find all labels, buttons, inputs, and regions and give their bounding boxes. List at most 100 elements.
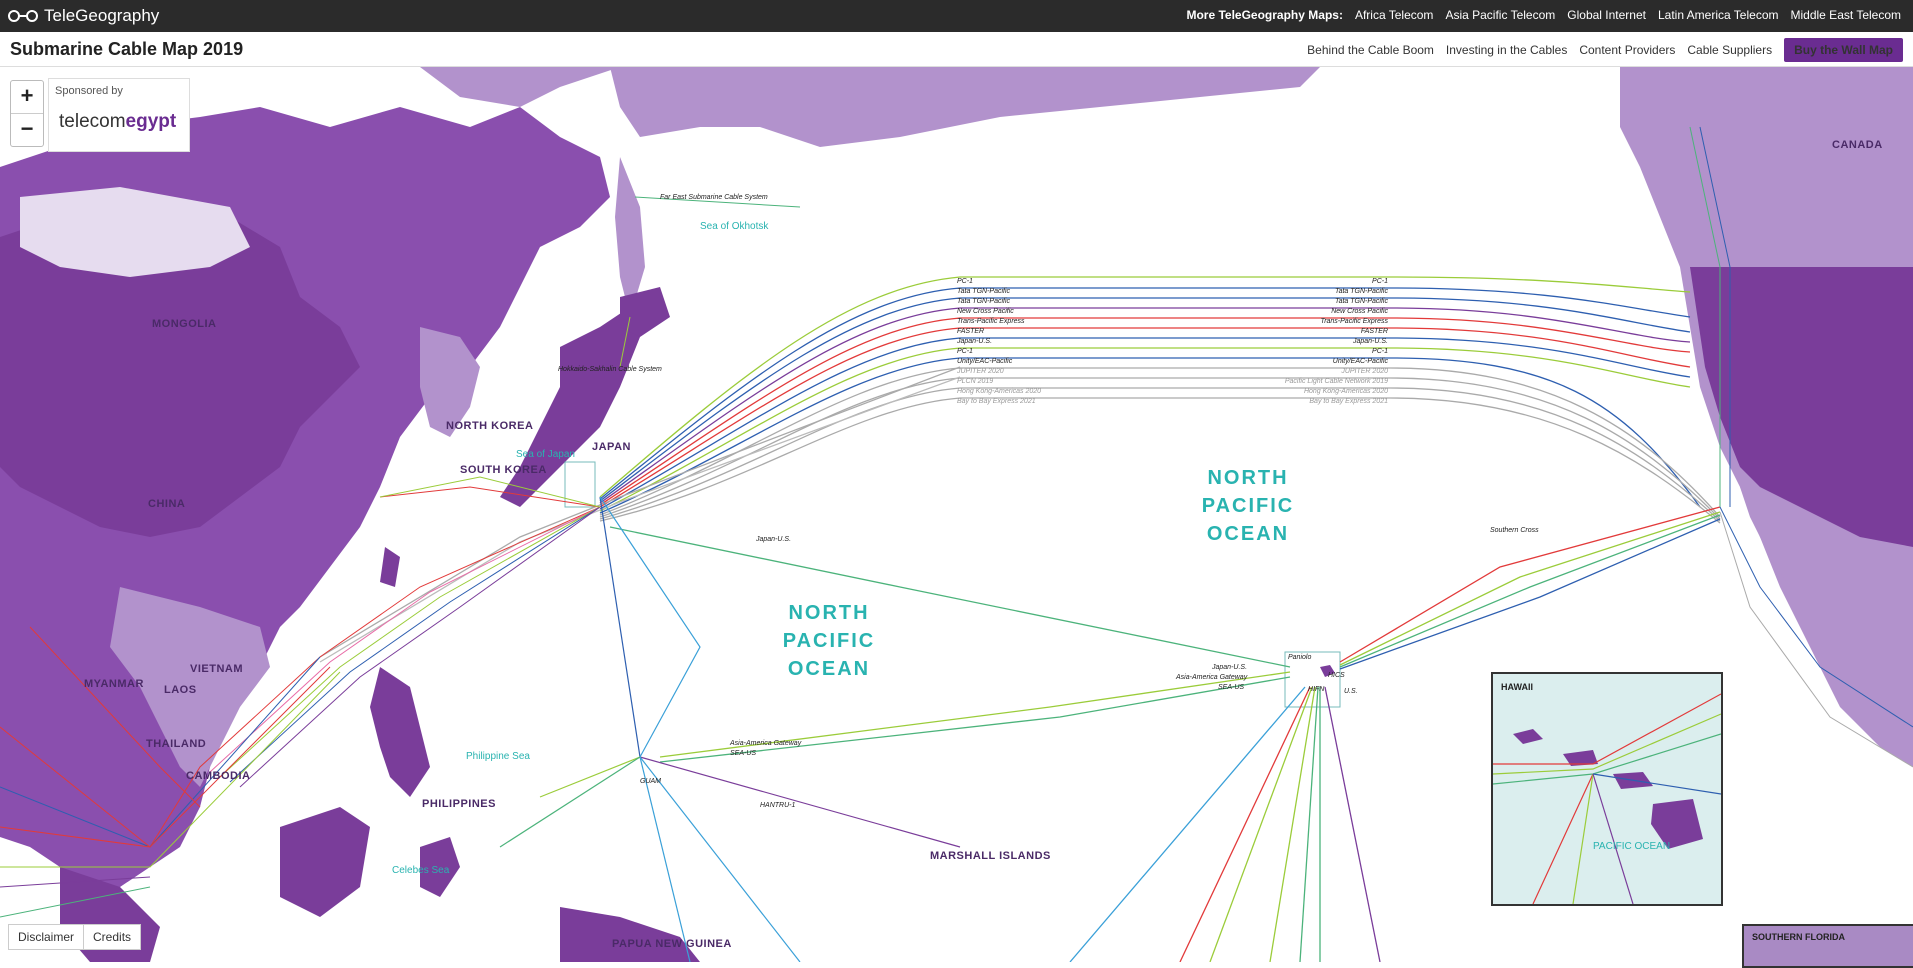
label-hantru: HANTRU-1 — [760, 802, 795, 809]
cable-label-left-2: Tata TGN-Pacific — [957, 298, 1011, 305]
link-latin-america-telecom[interactable]: Latin America Telecom — [1658, 8, 1779, 22]
ocean-label-east-line2: PACIFIC — [1202, 495, 1295, 517]
link-global-internet[interactable]: Global Internet — [1567, 8, 1646, 22]
brand[interactable]: TeleGeography — [8, 5, 159, 27]
ocean-label-west-line3: OCEAN — [788, 658, 870, 680]
land-russia-east — [610, 67, 1320, 147]
ocean-label-east-line3: OCEAN — [1207, 523, 1289, 545]
label-cambodia: CAMBODIA — [186, 770, 251, 782]
header-nav: Behind the Cable Boom Investing in the C… — [1307, 38, 1903, 62]
cable-label-left-6: Japan-U.S. — [956, 338, 992, 345]
sponsor-name-suffix: egypt — [125, 111, 177, 132]
label-philippines: PHILIPPINES — [422, 798, 496, 810]
cable-label-left-9: JUPITER 2020 — [956, 368, 1004, 375]
label-mongolia: MONGOLIA — [152, 318, 217, 330]
more-maps-links: More TeleGeography Maps: Africa Telecom … — [1186, 8, 1901, 22]
sponsor-box[interactable]: Sponsored by telecomegypt — [48, 78, 190, 152]
telegeography-logo-icon — [8, 10, 38, 22]
label-sea-us-guam: SEA-US — [730, 750, 756, 757]
nav-content-providers[interactable]: Content Providers — [1579, 43, 1675, 57]
label-celebes-sea: Celebes Sea — [392, 865, 450, 876]
ocean-label-west-line1: NORTH — [788, 602, 869, 624]
cable-label-right-12: Bay to Bay Express 2021 — [1309, 398, 1388, 405]
cable-labels-left: PC-1 Tata TGN-Pacific Tata TGN-Pacific N… — [956, 278, 1041, 405]
sponsor-label: Sponsored by — [55, 85, 123, 97]
guam-cables — [499, 496, 961, 962]
hawaii-inset-ocean-label: PACIFIC OCEAN — [1593, 841, 1670, 852]
ocean-label-east-line1: NORTH — [1207, 467, 1288, 489]
page-title: Submarine Cable Map 2019 — [10, 39, 244, 59]
cable-label-left-4: Trans-Pacific Express — [957, 318, 1025, 325]
cable-label-left-12: Bay to Bay Express 2021 — [957, 398, 1036, 405]
more-maps-label: More TeleGeography Maps: — [1186, 8, 1343, 22]
cable-label-left-8: Unity/EAC-Pacific — [957, 358, 1013, 365]
credits-button[interactable]: Credits — [84, 924, 142, 950]
label-asia-america-hawaii: Asia-America Gateway — [1175, 674, 1248, 681]
top-bar: TeleGeography More TeleGeography Maps: A… — [0, 0, 1913, 32]
label-papua: PAPUA NEW GUINEA — [612, 938, 732, 950]
nav-cable-suppliers[interactable]: Cable Suppliers — [1687, 43, 1772, 57]
cable-label-right-5: FASTER — [1361, 328, 1388, 335]
label-paniolo: Paniolo — [1288, 654, 1311, 661]
link-asia-pacific-telecom[interactable]: Asia Pacific Telecom — [1445, 8, 1555, 22]
label-marshall: MARSHALL ISLANDS — [930, 850, 1051, 862]
link-africa-telecom[interactable]: Africa Telecom — [1355, 8, 1433, 22]
cable-label-left-1: Tata TGN-Pacific — [957, 288, 1011, 295]
zoom-in-button[interactable]: + — [11, 81, 43, 113]
cable-label-left-0: PC-1 — [957, 278, 973, 285]
ocean-label-west-line2: PACIFIC — [783, 630, 876, 652]
label-japan-us-hawaii: Japan-U.S. — [1211, 664, 1247, 671]
label-guam: GUAM — [640, 778, 661, 785]
cable-label-left-5: FASTER — [957, 328, 984, 335]
cable-label-right-4: Trans-Pacific Express — [1320, 318, 1388, 325]
label-laos: LAOS — [164, 684, 197, 696]
cable-label-left-7: PC-1 — [957, 348, 973, 355]
label-japan-us-mid: Japan-U.S. — [755, 536, 791, 543]
land-philippines — [370, 667, 430, 797]
nav-investing-in-the-cables[interactable]: Investing in the Cables — [1446, 43, 1567, 57]
cable-label-right-7: PC-1 — [1372, 348, 1388, 355]
label-north-korea: NORTH KOREA — [446, 420, 533, 432]
label-canada: CANADA — [1832, 139, 1883, 151]
land-taiwan — [380, 547, 400, 587]
label-thailand: THAILAND — [146, 738, 206, 750]
cable-label-left-11: Hong Kong-Americas 2020 — [957, 388, 1041, 395]
cable-label-right-8: Unity/EAC-Pacific — [1333, 358, 1389, 365]
sponsor-name-prefix: telecom — [59, 111, 126, 132]
hawaii-inset-title: HAWAII — [1501, 682, 1534, 692]
label-far-east-cable: Far East Submarine Cable System — [660, 194, 768, 201]
label-southern-cross: Southern Cross — [1490, 527, 1539, 534]
header: Submarine Cable Map 2019 Behind the Cabl… — [0, 32, 1913, 67]
label-hokkaido-sakhalin: Hokkaido-Sakhalin Cable System — [558, 366, 662, 373]
cable-label-left-10: PLCN 2019 — [957, 378, 993, 385]
cable-label-right-2: Tata TGN-Pacific — [1335, 298, 1389, 305]
label-south-korea: SOUTH KOREA — [460, 464, 547, 476]
label-sea-us-hawaii: SEA-US — [1218, 684, 1244, 691]
japan-highlight-box — [564, 461, 596, 508]
hawaii-inset-svg: PACIFIC OCEAN — [1493, 693, 1721, 904]
sponsor-logo: telecomegypt — [59, 111, 176, 133]
cable-label-left-3: New Cross Pacific — [957, 308, 1014, 315]
southern-florida-inset-map[interactable]: SOUTHERN FLORIDA — [1742, 924, 1913, 968]
land-borneo — [280, 807, 370, 917]
link-middle-east-telecom[interactable]: Middle East Telecom — [1791, 8, 1902, 22]
cable-labels-right: PC-1 Tata TGN-Pacific Tata TGN-Pacific N… — [1285, 278, 1389, 405]
cable-label-right-6: Japan-U.S. — [1352, 338, 1388, 345]
footer-buttons: Disclaimer Credits — [8, 924, 142, 950]
label-china: CHINA — [148, 498, 185, 510]
southern-florida-inset-title: SOUTHERN FLORIDA — [1752, 932, 1845, 942]
cable-label-right-1: Tata TGN-Pacific — [1335, 288, 1389, 295]
label-us-hawaii: U.S. — [1344, 688, 1358, 695]
hawaii-inset-map[interactable]: HAWAII PACIFIC OCEAN — [1491, 672, 1723, 906]
zoom-out-button[interactable]: − — [11, 113, 43, 146]
brand-name: TeleGeography — [44, 6, 160, 25]
disclaimer-button[interactable]: Disclaimer — [8, 924, 85, 950]
nav-behind-the-cable-boom[interactable]: Behind the Cable Boom — [1307, 43, 1434, 57]
label-myanmar: MYANMAR — [84, 678, 144, 690]
land-us-west — [1690, 267, 1913, 547]
land-japan — [500, 307, 640, 507]
label-sea-of-okhotsk: Sea of Okhotsk — [700, 221, 769, 232]
label-vietnam: VIETNAM — [190, 663, 243, 675]
label-japan: JAPAN — [592, 441, 631, 453]
buy-wall-map-button[interactable]: Buy the Wall Map — [1784, 38, 1903, 62]
